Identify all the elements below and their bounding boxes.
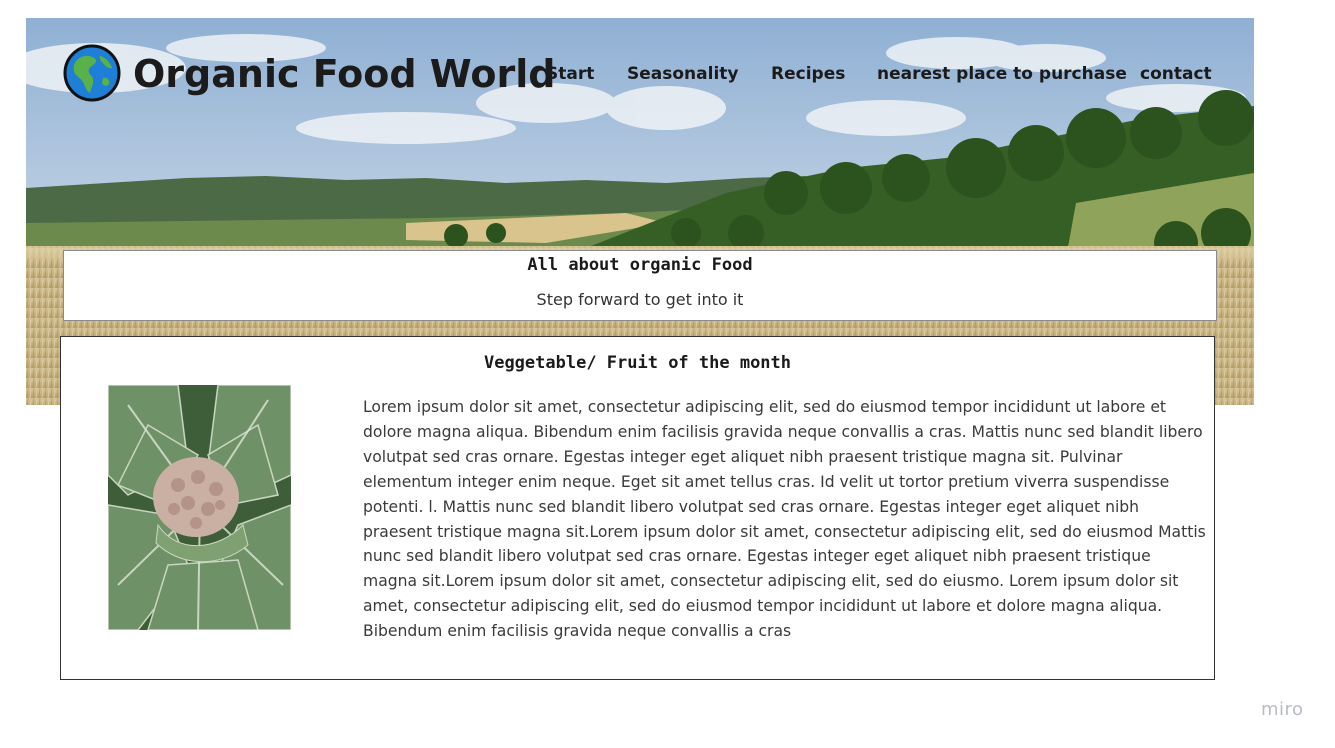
globe-americas-icon[interactable]	[63, 44, 121, 102]
nav-item-nearest-place[interactable]: nearest place to purchase	[877, 64, 1127, 84]
intro-heading: All about organic Food	[527, 255, 753, 275]
cauliflower-photo	[108, 385, 291, 630]
intro-box: All about organic Food Step forward to g…	[63, 250, 1217, 321]
nav-item-seasonality[interactable]: Seasonality	[627, 64, 738, 84]
miro-watermark: miro	[1261, 699, 1304, 720]
site-title[interactable]: Organic Food World	[133, 50, 555, 98]
nav-item-recipes[interactable]: Recipes	[771, 64, 845, 84]
nav-item-start[interactable]: Start	[546, 64, 594, 84]
month-feature-card: Veggetable/ Fruit of the month Lorem ips…	[60, 336, 1215, 680]
month-feature-heading: Veggetable/ Fruit of the month	[483, 353, 792, 373]
month-feature-description: Lorem ipsum dolor sit amet, consectetur …	[363, 398, 1206, 641]
intro-subheading[interactable]: Step forward to get into it	[64, 290, 1216, 309]
nav-item-contact[interactable]: contact	[1140, 64, 1212, 84]
